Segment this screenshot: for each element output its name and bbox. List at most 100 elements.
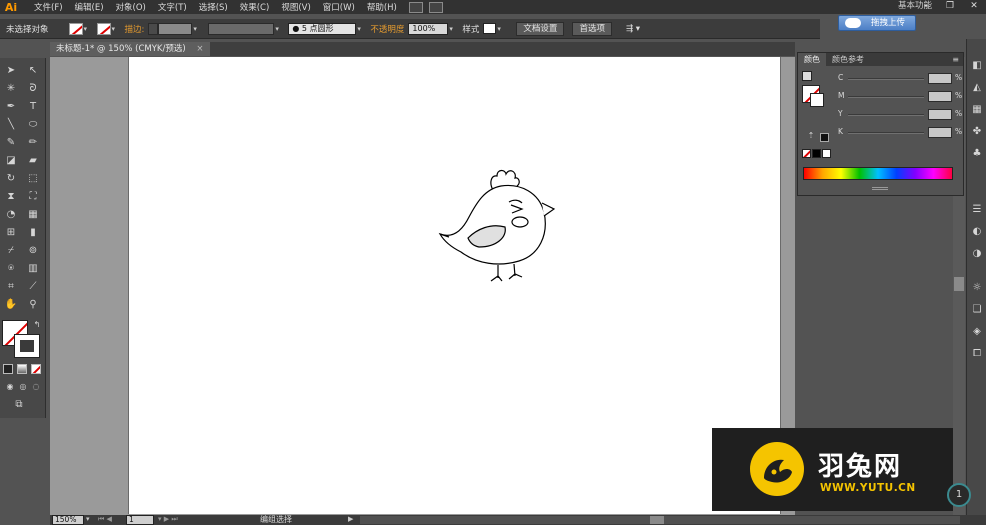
blend-tool-icon[interactable]: ⊚ xyxy=(26,244,40,258)
maximize-icon[interactable]: ❐ xyxy=(938,0,962,13)
channel-m-field[interactable] xyxy=(928,91,952,102)
menu-effect[interactable]: 效果(C) xyxy=(234,1,276,13)
chevron-down-icon[interactable]: ▾ xyxy=(86,515,90,523)
opacity-label[interactable]: 不透明度 xyxy=(370,23,404,35)
swap-colors-icon[interactable]: ↰ xyxy=(30,318,44,332)
panel-menu-icon[interactable]: ≡ xyxy=(952,55,959,64)
first-artboard-icon[interactable]: ⏮ ◀ xyxy=(98,515,112,524)
channel-y-slider[interactable] xyxy=(848,114,924,116)
chevron-down-icon[interactable]: ▾ xyxy=(449,25,456,33)
default-colors-icon[interactable] xyxy=(802,71,812,81)
menu-select[interactable]: 选择(S) xyxy=(193,1,234,13)
panel-stroke-swatch[interactable] xyxy=(810,93,824,107)
fill-swatch[interactable] xyxy=(68,22,83,35)
artboard[interactable] xyxy=(128,57,781,514)
variable-width-profile[interactable] xyxy=(208,22,275,35)
zoom-tool-icon[interactable]: ⚲ xyxy=(26,298,40,312)
out-of-gamut-icon[interactable]: ⇡ xyxy=(804,129,818,143)
none-swatch[interactable] xyxy=(802,149,811,158)
bridge-icon[interactable] xyxy=(408,1,423,13)
panel-resize-grip[interactable] xyxy=(872,187,888,190)
draw-behind-icon[interactable]: ◎ xyxy=(16,380,30,394)
graph-tool-icon[interactable]: ▥ xyxy=(26,262,40,276)
pencil-icon[interactable]: ✏ xyxy=(26,136,40,150)
close-icon[interactable]: ✕ xyxy=(962,0,986,13)
minimize-icon[interactable]: – xyxy=(914,0,938,13)
white-quick-swatch[interactable] xyxy=(822,149,831,158)
free-transform-icon[interactable]: ⛶ xyxy=(26,190,40,204)
menu-type[interactable]: 文字(T) xyxy=(152,1,193,13)
channel-y-field[interactable] xyxy=(928,109,952,120)
type-tool-icon[interactable]: T xyxy=(26,100,40,114)
slice-tool-icon[interactable]: ⟋ xyxy=(26,280,40,294)
chevron-down-icon[interactable]: ▾ xyxy=(84,25,91,33)
line-tool-icon[interactable]: ╲ xyxy=(4,118,18,132)
chevron-down-icon[interactable]: ▾ xyxy=(497,25,504,33)
artboard-number-field[interactable]: 1 xyxy=(126,515,154,525)
selection-tool-icon[interactable]: ➤ xyxy=(4,64,18,78)
screen-mode-icon[interactable]: ⧉ xyxy=(12,398,26,412)
transparency-icon[interactable]: ◑ xyxy=(970,247,984,261)
blob-brush-icon[interactable]: ◪ xyxy=(4,154,18,168)
color-panel-icon[interactable]: ◧ xyxy=(970,59,984,73)
symbol-sprayer-icon[interactable]: ⍟ xyxy=(4,262,18,276)
opacity-field[interactable]: 100% xyxy=(408,22,449,35)
chevron-down-icon[interactable]: ▾ xyxy=(112,25,119,33)
artboards-icon[interactable]: ⧠ xyxy=(970,347,984,361)
tab-color[interactable]: 颜色 xyxy=(798,53,826,66)
stroke-weight-stepper[interactable] xyxy=(148,22,159,35)
shape-builder-icon[interactable]: ◔ xyxy=(4,208,18,222)
hand-tool-icon[interactable]: ✋ xyxy=(4,298,18,312)
horizontal-scrollbar[interactable] xyxy=(360,516,960,524)
paintbrush-icon[interactable]: ✎ xyxy=(4,136,18,150)
menu-help[interactable]: 帮助(H) xyxy=(361,1,403,13)
next-artboard-icon[interactable]: ▾ ▶ ⏭ xyxy=(158,515,178,524)
eyedropper-icon[interactable]: ⌿ xyxy=(4,244,18,258)
horizontal-scroll-thumb[interactable] xyxy=(650,516,664,524)
appearance-icon[interactable]: ☼ xyxy=(970,281,984,295)
mesh-tool-icon[interactable]: ⊞ xyxy=(4,226,18,240)
floating-circle-button[interactable]: 1 xyxy=(947,483,971,507)
magic-wand-icon[interactable]: ✳ xyxy=(4,82,18,96)
perspective-grid-icon[interactable]: ▦ xyxy=(26,208,40,222)
menu-file[interactable]: 文件(F) xyxy=(28,1,69,13)
preferences-button[interactable]: 首选项 xyxy=(572,21,612,36)
zoom-field[interactable]: 150% xyxy=(52,515,84,525)
chick-illustration[interactable] xyxy=(129,57,782,514)
tab-color-guide[interactable]: 颜色参考 xyxy=(826,53,870,66)
channel-m-slider[interactable] xyxy=(848,96,924,98)
layers-icon[interactable]: ◈ xyxy=(970,325,984,339)
status-menu-icon[interactable]: ▶ xyxy=(348,515,353,523)
color-mode-icon[interactable] xyxy=(3,364,13,374)
black-quick-swatch[interactable] xyxy=(812,149,821,158)
stroke-weight-field[interactable] xyxy=(158,22,193,35)
scale-tool-icon[interactable]: ⬚ xyxy=(26,172,40,186)
black-swatch[interactable] xyxy=(820,133,829,142)
stroke-panel-icon[interactable]: ☰ xyxy=(970,203,984,217)
close-tab-icon[interactable]: × xyxy=(196,44,203,54)
graphic-styles-icon[interactable]: ❏ xyxy=(970,303,984,317)
menu-edit[interactable]: 编辑(E) xyxy=(69,1,110,13)
eraser-icon[interactable]: ▰ xyxy=(26,154,40,168)
lasso-icon[interactable]: ᘐ xyxy=(26,82,40,96)
brushes-icon[interactable]: ✤ xyxy=(970,125,984,139)
chevron-down-icon[interactable]: ▾ xyxy=(275,25,282,33)
chevron-down-icon[interactable]: ▾ xyxy=(357,25,364,33)
swatches-icon[interactable]: ▦ xyxy=(970,103,984,117)
current-tool-status[interactable]: 编组选择 xyxy=(260,515,292,525)
chevron-down-icon[interactable]: ▾ xyxy=(193,25,200,33)
color-spectrum-bar[interactable] xyxy=(803,167,953,180)
channel-k-slider[interactable] xyxy=(848,132,924,134)
channel-k-field[interactable] xyxy=(928,127,952,138)
draw-normal-icon[interactable]: ◉ xyxy=(3,380,17,394)
channel-c-field[interactable] xyxy=(928,73,952,84)
color-guide-icon[interactable]: ◭ xyxy=(970,81,984,95)
none-mode-icon[interactable] xyxy=(31,364,41,374)
direct-selection-tool-icon[interactable]: ↖ xyxy=(26,64,40,78)
graphic-style-swatch[interactable] xyxy=(483,23,497,34)
drag-upload-button[interactable]: 拖拽上传 xyxy=(838,15,916,31)
ellipse-tool-icon[interactable]: ⬭ xyxy=(26,118,40,132)
menu-object[interactable]: 对象(O) xyxy=(110,1,152,13)
stroke-swatch[interactable] xyxy=(96,22,111,35)
channel-c-slider[interactable] xyxy=(848,78,924,80)
